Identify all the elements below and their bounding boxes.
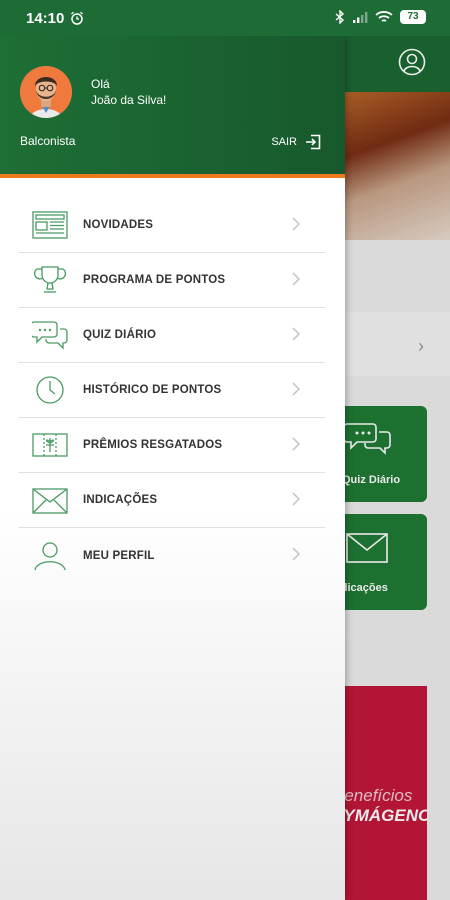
gift-ticket-icon xyxy=(30,427,70,463)
wifi-icon xyxy=(375,11,393,22)
avatar[interactable] xyxy=(20,66,72,118)
newspaper-icon xyxy=(30,207,70,243)
chevron-right-icon xyxy=(292,437,301,451)
menu-item-indicacoes[interactable]: INDICAÇÕES xyxy=(18,473,325,528)
menu-item-novidades[interactable]: NOVIDADES xyxy=(18,198,325,253)
logout-button[interactable]: SAIR xyxy=(271,134,321,150)
alarm-clock-icon xyxy=(71,11,83,25)
chevron-right-icon xyxy=(292,382,301,396)
logout-label: SAIR xyxy=(271,136,297,148)
system-icons: 73 xyxy=(335,10,426,24)
menu-item-premios-resgatados[interactable]: PRÊMIOS RESGATADOS xyxy=(18,418,325,473)
drawer-header: Olá João da Silva! Balconista SAIR xyxy=(0,36,345,178)
greeting-text: Olá xyxy=(91,77,110,91)
menu-label: PROGRAMA DE PONTOS xyxy=(83,274,226,286)
chevron-right-icon xyxy=(292,217,301,231)
menu-item-quiz-diario[interactable]: QUIZ DIÁRIO xyxy=(18,308,325,363)
user-greeting-block: Olá João da Silva! xyxy=(91,76,166,108)
chat-bubbles-icon xyxy=(30,317,70,353)
chevron-right-icon xyxy=(292,492,301,506)
menu-item-programa-de-pontos[interactable]: PROGRAMA DE PONTOS xyxy=(18,253,325,308)
navigation-drawer: Olá João da Silva! Balconista SAIR NOVID… xyxy=(0,36,345,900)
logout-icon xyxy=(306,134,321,150)
menu-label: INDICAÇÕES xyxy=(83,494,158,506)
drawer-menu: NOVIDADES PROGRAMA DE PONTOS QUIZ DIÁRIO xyxy=(0,198,345,583)
chevron-right-icon xyxy=(292,327,301,341)
menu-item-meu-perfil[interactable]: MEU PERFIL xyxy=(18,528,325,583)
status-bar: 14:10 73 xyxy=(0,0,450,36)
envelope-icon xyxy=(30,482,70,518)
cell-signal-icon xyxy=(353,11,368,23)
user-name: João da Silva! xyxy=(91,93,167,107)
trophy-icon xyxy=(30,262,70,298)
user-role: Balconista xyxy=(20,134,76,148)
avatar-illustration xyxy=(20,66,72,118)
menu-label: QUIZ DIÁRIO xyxy=(83,329,157,341)
user-icon xyxy=(30,538,70,574)
menu-label: MEU PERFIL xyxy=(83,549,155,562)
menu-label: HISTÓRICO DE PONTOS xyxy=(83,384,222,396)
chevron-right-icon xyxy=(292,272,301,286)
menu-label: NOVIDADES xyxy=(83,219,154,231)
chevron-right-icon xyxy=(292,547,301,561)
clock-icon xyxy=(30,372,70,408)
bluetooth-icon xyxy=(335,10,345,24)
menu-label: PRÊMIOS RESGATADOS xyxy=(83,439,223,451)
menu-item-historico-de-pontos[interactable]: HISTÓRICO DE PONTOS xyxy=(18,363,325,418)
battery-icon: 73 xyxy=(400,10,426,24)
status-time: 14:10 xyxy=(26,10,65,27)
